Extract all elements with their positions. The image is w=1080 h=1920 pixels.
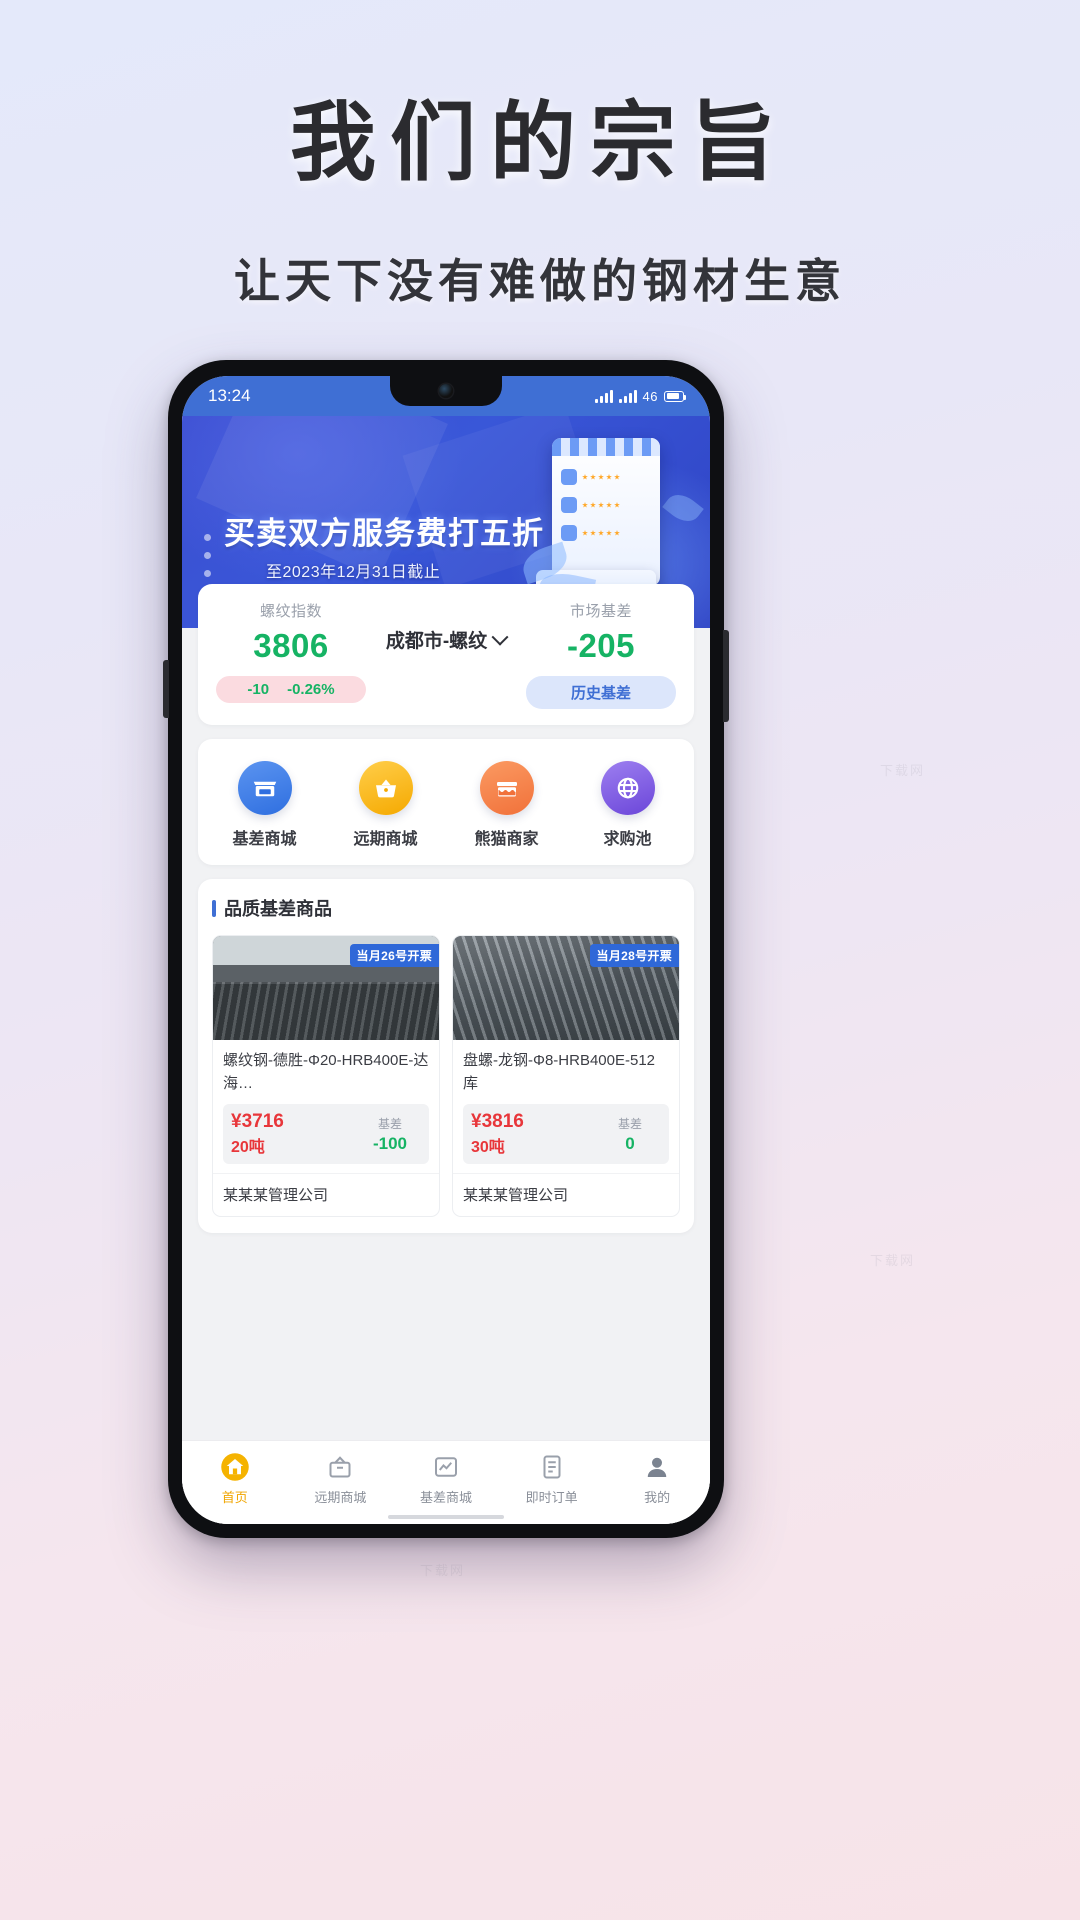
- product-quantity: 30吨: [471, 1139, 505, 1156]
- basis-mall-icon: [431, 1452, 461, 1482]
- bottom-tab-bar: 首页 远期商城 基差商城 即时订单 我的: [182, 1440, 710, 1524]
- product-image: 当月28号开票: [453, 936, 679, 1040]
- phone-mockup: 13:24 46 买卖双方服务费打五折 至2023年12月31日截止 螺纹指数 …: [163, 360, 729, 1538]
- order-icon: [537, 1452, 567, 1482]
- product-shop[interactable]: 某某某管理公司: [213, 1173, 439, 1216]
- home-indicator: [388, 1515, 504, 1519]
- section-accent-bar: [212, 899, 216, 917]
- quick-nav-label: 基差商城: [232, 831, 297, 848]
- product-price: ¥3816: [471, 1111, 524, 1132]
- signal-icon: [594, 389, 613, 403]
- market-index-card: 螺纹指数 3806 -10 -0.26% 成都市-螺纹 市场基差 -205 历史…: [198, 584, 694, 725]
- history-basis-button[interactable]: 历史基差: [526, 676, 676, 709]
- quick-nav-item-panda-merchant[interactable]: 熊猫商家: [446, 761, 567, 849]
- tab-instant-orders[interactable]: 即时订单: [499, 1452, 605, 1506]
- app-content: 买卖双方服务费打五折 至2023年12月31日截止 螺纹指数 3806 -10 …: [182, 416, 710, 1524]
- product-price: ¥3716: [231, 1111, 284, 1132]
- product-card[interactable]: 当月28号开票 盘螺-龙钢-Φ8-HRB400E-512库 ¥3816 30吨 …: [452, 935, 680, 1217]
- product-name: 盘螺-龙钢-Φ8-HRB400E-512库: [463, 1052, 656, 1092]
- tab-label: 我的: [644, 1489, 671, 1505]
- banner-title: 买卖双方服务费打五折: [224, 516, 544, 551]
- tab-home[interactable]: 首页: [182, 1452, 288, 1506]
- product-quantity: 20吨: [231, 1139, 265, 1156]
- leaf-icon: [662, 488, 704, 528]
- invoice-badge: 当月26号开票: [349, 944, 439, 967]
- battery-icon: [664, 390, 686, 402]
- quick-nav-item-purchase-pool[interactable]: 求购池: [567, 761, 688, 849]
- region-selector-label: 成都市-螺纹: [385, 631, 488, 652]
- change-absolute: -10: [247, 681, 270, 698]
- product-price-block: ¥3816 30吨 基差 0: [463, 1104, 669, 1164]
- market-basis-value: -205: [566, 627, 636, 664]
- product-basis-label: 基差: [617, 1116, 642, 1131]
- rebar-index-value: 3806: [253, 627, 329, 664]
- quick-nav-item-forward-mall[interactable]: 远期商城: [325, 761, 446, 849]
- quality-basis-products-card: 品质基差商品 当月26号开票 螺纹钢-德胜-Φ20-HRB400E-达海… ¥3…: [198, 879, 694, 1233]
- product-grid: 当月26号开票 螺纹钢-德胜-Φ20-HRB400E-达海… ¥3716 20吨…: [212, 935, 680, 1217]
- status-time: 13:24: [208, 386, 251, 405]
- basket-icon: [358, 761, 413, 815]
- banner-subtitle: 至2023年12月31日截止: [266, 564, 441, 581]
- watermark: 下载网: [870, 1253, 916, 1268]
- tab-label: 即时订单: [525, 1489, 578, 1505]
- section-title-label: 品质基差商品: [224, 899, 332, 919]
- product-image: 当月26号开票: [213, 936, 439, 1040]
- wifi-icon: [618, 389, 637, 403]
- region-selector[interactable]: 成都市-螺纹: [366, 600, 526, 653]
- tab-forward-mall[interactable]: 远期商城: [288, 1452, 394, 1506]
- product-basis-label: 基差: [377, 1116, 402, 1131]
- page-subtitle: 让天下没有难做的钢材生意: [234, 254, 846, 307]
- page-title: 我们的宗旨: [290, 95, 790, 191]
- market-basis-label: 市场基差: [569, 603, 632, 620]
- market-basis-block: 市场基差 -205 历史基差: [526, 600, 676, 709]
- banner-side-dots: [204, 534, 211, 577]
- user-icon: [642, 1452, 672, 1482]
- product-card[interactable]: 当月26号开票 螺纹钢-德胜-Φ20-HRB400E-达海… ¥3716 20吨…: [212, 935, 440, 1217]
- tab-label: 首页: [221, 1489, 248, 1505]
- phone-screen: 13:24 46 买卖双方服务费打五折 至2023年12月31日截止 螺纹指数 …: [182, 376, 710, 1524]
- product-basis-value: 0: [625, 1133, 635, 1153]
- forward-mall-icon: [325, 1452, 355, 1482]
- quick-nav-item-basis-mall[interactable]: 基差商城: [204, 761, 325, 849]
- tab-label: 远期商城: [314, 1489, 367, 1505]
- product-price-block: ¥3716 20吨 基差 -100: [223, 1104, 429, 1164]
- promo-header: 我们的宗旨 让天下没有难做的钢材生意: [0, 0, 1080, 311]
- tab-label: 基差商城: [419, 1489, 472, 1505]
- product-name: 螺纹钢-德胜-Φ20-HRB400E-达海…: [223, 1052, 429, 1092]
- camera-notch: [390, 376, 502, 406]
- chevron-down-icon: [491, 628, 509, 646]
- quick-nav-label: 熊猫商家: [474, 831, 539, 848]
- invoice-card-graphic: [552, 438, 660, 586]
- home-icon: [220, 1452, 250, 1482]
- rebar-index-block: 螺纹指数 3806 -10 -0.26%: [216, 600, 366, 703]
- change-percent: -0.26%: [287, 681, 335, 698]
- quick-nav-label: 求购池: [603, 831, 652, 848]
- watermark: 下载网: [420, 1563, 466, 1578]
- tab-basis-mall[interactable]: 基差商城: [393, 1452, 499, 1506]
- shop-icon: [479, 761, 534, 815]
- banner-shape-1: [196, 416, 448, 580]
- index-change-pill: -10 -0.26%: [216, 676, 366, 703]
- storefront-icon: [237, 761, 292, 815]
- invoice-badge: 当月28号开票: [589, 944, 679, 967]
- battery-percent: 46: [642, 388, 658, 404]
- quick-nav-label: 远期商城: [353, 831, 418, 848]
- awning-graphic: [552, 438, 660, 456]
- rebar-index-label: 螺纹指数: [259, 603, 322, 620]
- watermark: 下载网: [880, 763, 926, 778]
- tab-profile[interactable]: 我的: [604, 1452, 710, 1506]
- front-camera-icon: [439, 384, 453, 398]
- globe-icon: [600, 761, 655, 815]
- status-icons: 46: [594, 388, 686, 404]
- product-basis-value: -100: [372, 1133, 408, 1153]
- section-title: 品质基差商品: [212, 895, 680, 921]
- product-shop[interactable]: 某某某管理公司: [453, 1173, 679, 1216]
- quick-nav-card: 基差商城 远期商城 熊猫商家 求购池: [198, 739, 694, 865]
